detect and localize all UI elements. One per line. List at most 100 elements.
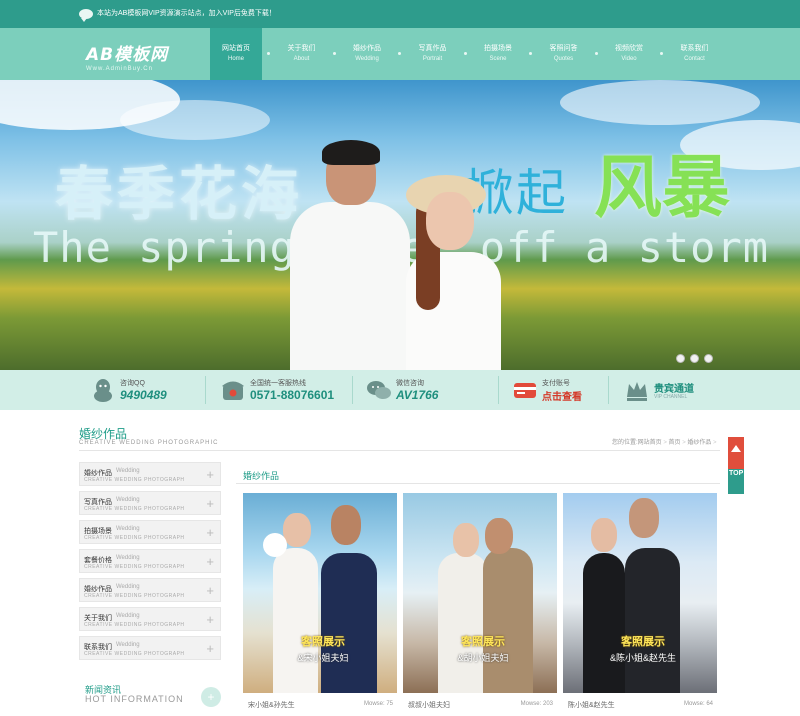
caption-subtitle: &宋小姐夫妇 — [297, 653, 349, 663]
slider-dot[interactable] — [676, 354, 685, 363]
nav-label: 联系我们 — [680, 45, 709, 52]
sidebar-item-en: Wedding — [116, 584, 140, 590]
nav-separator-dot — [660, 52, 663, 55]
gallery-card[interactable]: 客照展示 &陈小姐&赵先生 陈小姐&赵先生 Mowse: 64 — [563, 493, 717, 716]
sidebar-item[interactable]: 关于我们 Wedding CREATIVE WEDDING PHOTOGRAPH… — [79, 607, 221, 631]
slider-dots — [676, 354, 713, 363]
breadcrumb-link[interactable]: 首页 — [669, 440, 681, 446]
slider-dot[interactable] — [704, 354, 713, 363]
banner-headline-1: 春季花海 — [55, 160, 304, 228]
contact-value: AV1766 — [396, 388, 439, 402]
card-name[interactable]: 陈小姐&赵先生 — [568, 700, 615, 710]
card-views: Mowse: 75 — [363, 701, 393, 707]
card-icon — [514, 383, 536, 398]
photo-caption: 客照展示 &陈小姐&赵先生 — [593, 633, 693, 664]
nav-sublabel: Home — [227, 56, 244, 62]
card-name[interactable]: 宋小姐&孙先生 — [248, 700, 295, 710]
nav-sublabel: About — [293, 56, 310, 62]
contact-strip: 咨询QQ 9490489 全国统一客服热线 0571-88076601 微信咨询… — [0, 370, 800, 410]
breadcrumb-separator: > — [661, 440, 669, 446]
sidebar-item[interactable]: 婚纱作品 Wedding CREATIVE WEDDING PHOTOGRAPH… — [79, 462, 221, 486]
arrow-up-icon — [731, 445, 741, 452]
nav-item-portrait[interactable]: 写真作品 Portrait — [407, 28, 467, 80]
nav-item-video[interactable]: 视频欣赏 Video — [603, 28, 663, 80]
groom-hair — [322, 140, 380, 165]
card-views: Mowse: 203 — [520, 701, 553, 707]
nav-sublabel: Contact — [684, 56, 705, 62]
card-views: Mowse: 64 — [683, 701, 713, 707]
plus-icon: + — [206, 612, 214, 627]
caption-subtitle: &胡小姐夫妇 — [457, 653, 509, 663]
section-divider — [79, 450, 720, 451]
nav-label: 婚纱作品 — [353, 45, 381, 52]
sidebar-item-sub: CREATIVE WEDDING PHOTOGRAPH — [84, 477, 185, 483]
nav-label: 网站首页 — [222, 45, 250, 52]
slider-dot[interactable] — [690, 354, 699, 363]
breadcrumb-current[interactable]: 婚纱作品 — [687, 440, 711, 446]
sidebar-item-en: Wedding — [116, 526, 140, 532]
sidebar-menu: 婚纱作品 Wedding CREATIVE WEDDING PHOTOGRAPH… — [79, 462, 221, 665]
news-subtitle: HOT INFORMATION — [85, 694, 184, 704]
wechat-icon — [367, 381, 391, 399]
contact-value: VIP CHANNEL — [654, 394, 688, 400]
nav-item-about[interactable]: 关于我们 About — [276, 28, 336, 80]
contact-label: 微信咨询 — [396, 380, 424, 387]
sidebar-item[interactable]: 写真作品 Wedding CREATIVE WEDDING PHOTOGRAPH… — [79, 491, 221, 515]
caption-title: 客照展示 — [621, 636, 665, 648]
content-panel: 婚纱作品 客照展示 &宋小姐夫妇 宋小姐&孙先生 Mowse: 75 客照展示 … — [236, 462, 720, 716]
logo-text: AB模板网 — [86, 45, 169, 65]
site-logo[interactable]: AB模板网 Www.AdminBuy.Cn — [86, 40, 186, 74]
sidebar-item[interactable]: 联系我们 Wedding CREATIVE WEDDING PHOTOGRAPH… — [79, 636, 221, 660]
nav-item-scene[interactable]: 拍摄场景 Scene — [472, 28, 532, 80]
nav-separator-dot — [463, 52, 467, 55]
content-divider — [236, 483, 720, 484]
notice-text: 本站为AB模板网VIP资源演示站点，加入VIP后免费下载！ — [97, 10, 276, 17]
phone-icon — [222, 381, 244, 400]
hero-banner[interactable]: The spring fl et off a storm 春季花海 掀起 风暴 — [0, 80, 800, 370]
nav-sublabel: Quotes — [553, 56, 574, 62]
sidebar-item-sub: CREATIVE WEDDING PHOTOGRAPH — [84, 506, 185, 512]
card-name[interactable]: 叔叔小姐夫妇 — [408, 700, 450, 710]
nav-item-quotes[interactable]: 客照问答 Quotes — [538, 28, 598, 80]
nav-item-contact[interactable]: 联系我们 Contact — [669, 28, 721, 80]
nav-label: 视频欣赏 — [615, 45, 643, 52]
nav-separator-dot — [267, 52, 270, 55]
contact-value: 0571-88076601 — [250, 388, 335, 402]
banner-headline-3: 风暴 — [594, 149, 731, 228]
gallery-card[interactable]: 客照展示 &胡小姐夫妇 叔叔小姐夫妇 Mowse: 203 — [403, 493, 557, 716]
contact-label: 贵宾通道 — [654, 384, 694, 395]
groom-figure — [290, 202, 410, 370]
contact-label: 全国统一客服热线 — [250, 380, 306, 387]
logo-url: Www.AdminBuy.Cn — [86, 66, 153, 72]
sidebar-item-sub: CREATIVE WEDDING PHOTOGRAPH — [84, 622, 185, 628]
sidebar-item-sub: CREATIVE WEDDING PHOTOGRAPH — [84, 593, 185, 599]
news-more-button[interactable]: + — [201, 687, 221, 707]
section-subtitle: CREATIVE WEDDING PHOTOGRAPHIC — [79, 440, 219, 446]
nav-label: 写真作品 — [418, 45, 447, 52]
gallery-card[interactable]: 客照展示 &宋小姐夫妇 宋小姐&孙先生 Mowse: 75 — [243, 493, 397, 716]
nav-item-home[interactable]: 网站首页 Home — [210, 28, 270, 80]
contact-label: 咨询QQ — [120, 380, 145, 387]
sidebar-item[interactable]: 拍摄场景 Wedding CREATIVE WEDDING PHOTOGRAPH… — [79, 520, 221, 544]
divider — [498, 376, 499, 404]
divider — [608, 376, 609, 404]
nav-label: 拍摄场景 — [484, 45, 512, 52]
caption-title: 客照展示 — [461, 636, 505, 648]
crown-icon — [627, 382, 647, 401]
sidebar-item-sub: CREATIVE WEDDING PHOTOGRAPH — [84, 535, 185, 541]
sidebar-item-en: Wedding — [116, 642, 140, 648]
breadcrumb: 您的位置:网站首页 > 首页 > 婚纱作品 > — [612, 437, 717, 446]
breadcrumb-separator: > — [711, 440, 717, 446]
top-label: TOP — [729, 470, 744, 477]
photo-caption: 客照展示 &胡小姐夫妇 — [433, 633, 533, 664]
breadcrumb-home[interactable]: 您的位置:网站首页 — [612, 440, 662, 446]
sidebar-item[interactable]: 套餐价格 Wedding CREATIVE WEDDING PHOTOGRAPH… — [79, 549, 221, 573]
plus-icon: + — [206, 583, 214, 598]
back-to-top-button[interactable]: TOP — [728, 437, 744, 494]
plus-icon: + — [206, 467, 214, 482]
nav-item-wedding[interactable]: 婚纱作品 Wedding — [341, 28, 401, 80]
sidebar-item-sub: CREATIVE WEDDING PHOTOGRAPH — [84, 651, 185, 657]
nav-separator-dot — [594, 52, 598, 55]
sidebar-item[interactable]: 婚纱作品 Wedding CREATIVE WEDDING PHOTOGRAPH… — [79, 578, 221, 602]
plus-icon: + — [206, 554, 214, 569]
